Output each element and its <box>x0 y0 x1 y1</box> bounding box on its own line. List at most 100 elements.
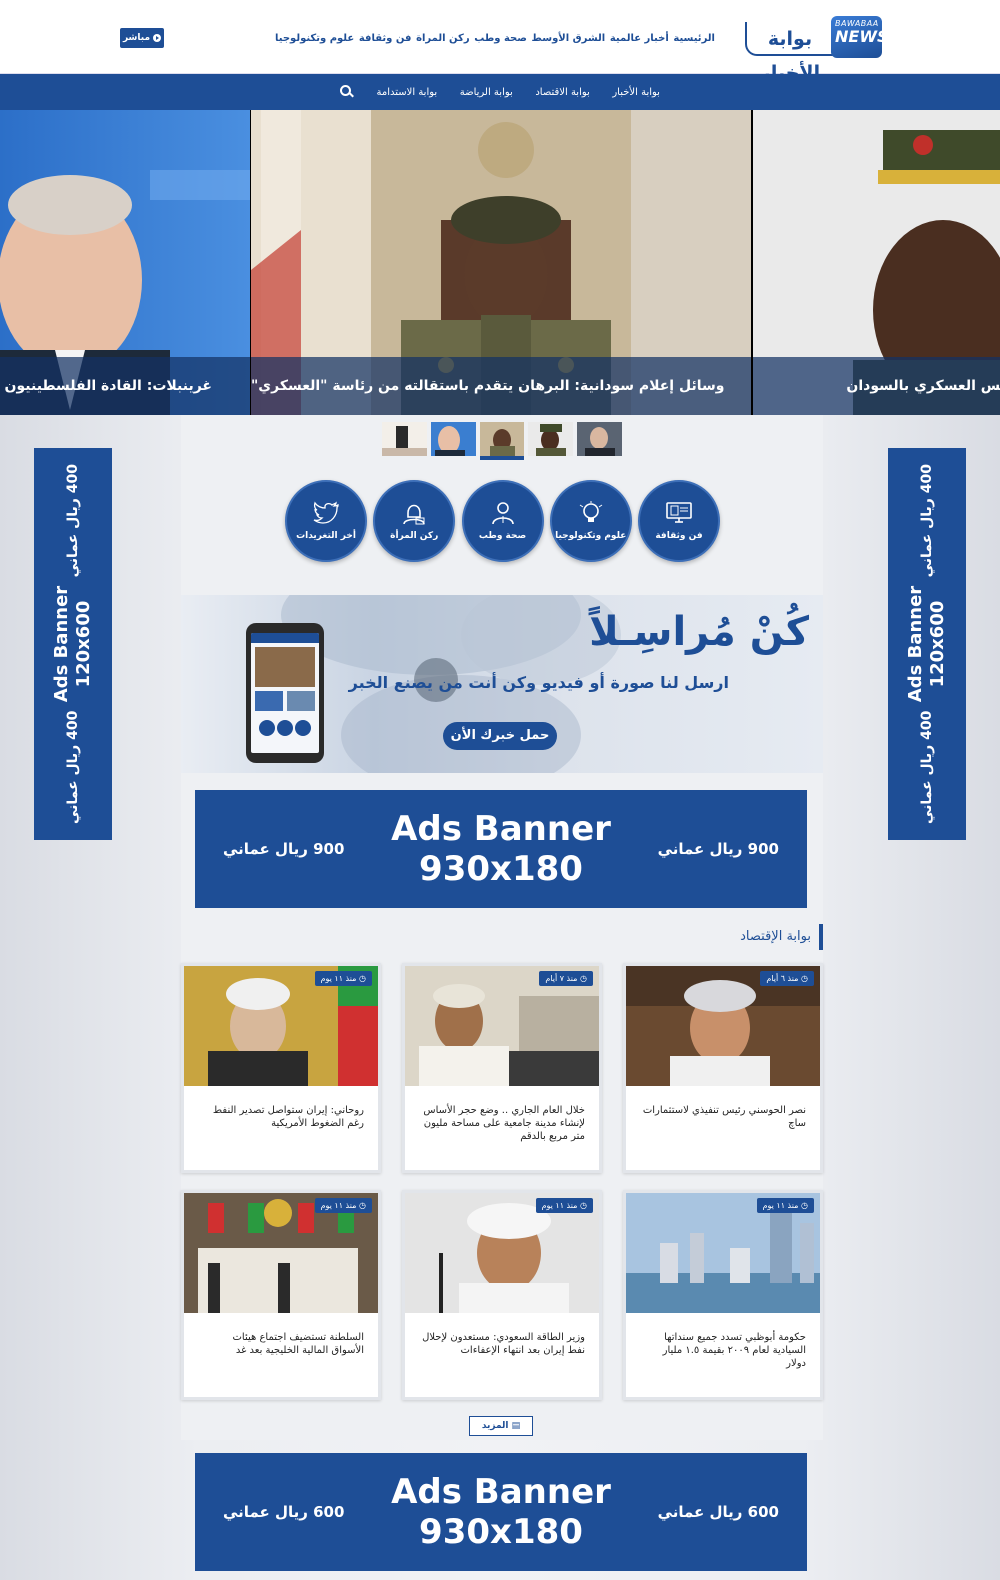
search-icon[interactable] <box>340 85 354 99</box>
category-health[interactable]: صحة وطب <box>461 480 544 562</box>
thumbnail-image <box>382 422 427 456</box>
upload-news-button[interactable]: حمل خبرك الأن <box>443 722 557 750</box>
nav-science-tech[interactable]: علوم وتكنولوجيا <box>275 33 354 44</box>
category-label: ركن المرأة <box>390 531 439 541</box>
nav-art-culture[interactable]: فن وثقافة <box>359 33 412 44</box>
big-ad-title: Ads Banner 930x180 <box>391 809 611 889</box>
card-title[interactable]: وزير الطاقة السعودي: مستعدون لإحلال نفط … <box>419 1331 585 1357</box>
side-ad-title-line2: 120x600 <box>73 600 94 688</box>
clock-icon: ◷ <box>580 974 587 983</box>
slider-thumbnail-active[interactable] <box>479 422 525 460</box>
subnav-sustainability-portal[interactable]: بوابة الاستدامة <box>377 87 438 98</box>
play-icon <box>153 34 162 42</box>
nav-middle-east[interactable]: الشرق الأوسط <box>532 33 606 44</box>
big-ad-title-line2: 930x180 <box>419 849 583 889</box>
clock-icon: ◷ <box>801 974 808 983</box>
category-science-tech[interactable]: علوم وتكنولوجيا <box>549 480 632 562</box>
subnav-economy-portal[interactable]: بوابة الاقتصاد <box>535 87 590 98</box>
big-ad-banner-2[interactable]: 600 ريال عماني Ads Banner 930x180 600 ري… <box>195 1453 807 1571</box>
big-ad-price: 600 ريال عماني <box>223 1503 345 1521</box>
card-time-text: منذ ٧ أيام <box>545 974 578 983</box>
card-title[interactable]: خلال العام الجاري .. وضع حجر الأساس لإنش… <box>419 1104 585 1143</box>
phone-screen <box>251 633 319 753</box>
slide-center[interactable]: وسائل إعلام سودانية: البرهان يتقدم باستق… <box>251 110 751 415</box>
news-card[interactable]: ◷ منذ ١١ يوم حكومة أبوظبي تسدد جميع سندا… <box>623 1190 823 1400</box>
category-women[interactable]: ركن المرأة <box>373 480 456 562</box>
card-time-text: منذ ١١ يوم <box>762 1201 799 1210</box>
card-time-badge: ◷ منذ ١١ يوم <box>756 1198 814 1213</box>
side-ad-title: Ads Banner 120x600 <box>51 586 95 702</box>
nav-women[interactable]: ركن المراة <box>416 33 470 44</box>
thumbnail-image <box>528 422 574 456</box>
card-time-text: منذ ١١ يوم <box>541 1201 578 1210</box>
side-ad-left[interactable]: 400 ريال عماني Ads Banner 120x600 400 ري… <box>34 448 112 840</box>
news-card[interactable]: ◷ منذ ٧ أيام خلال العام الجاري .. وضع حج… <box>402 963 602 1173</box>
side-ad-price: 400 ريال عماني <box>65 710 81 824</box>
subnav-news-portal[interactable]: بوابة الأخبار <box>612 87 660 98</box>
clock-icon: ◷ <box>359 1201 366 1210</box>
category-art-culture[interactable]: فن وثقافة <box>638 480 720 562</box>
big-ad-price: 900 ريال عماني <box>223 840 345 858</box>
doctor-icon <box>491 502 514 525</box>
big-ad-title-line1: Ads Banner <box>391 809 611 849</box>
nav-health[interactable]: صحة وطب <box>474 33 527 44</box>
sub-nav: بوابة الأخبار بوابة الاقتصاد بوابة الريا… <box>0 74 1000 110</box>
bulb-icon <box>579 501 603 522</box>
side-ad-price: 400 ريال عماني <box>919 710 935 824</box>
phone-screen-image <box>251 633 319 736</box>
category-label: أخر التغريدات <box>296 531 356 541</box>
slider-thumbnail[interactable] <box>382 422 427 456</box>
big-ad-banner-1[interactable]: 900 ريال عماني Ads Banner 930x180 900 ري… <box>195 790 807 908</box>
card-title[interactable]: السلطنة تستضيف اجتماع هيئات الأسواق الما… <box>198 1331 364 1357</box>
nav-home[interactable]: الرئيسية <box>673 33 715 44</box>
slide-left[interactable]: غرينبلات: القادة الفلسطينيون يس <box>0 110 250 415</box>
card-title[interactable]: روحاني: إيران ستواصل تصدير النفط رغم الض… <box>198 1104 364 1130</box>
thumbnail-image <box>479 422 525 456</box>
side-ad-title: Ads Banner 120x600 <box>905 586 949 702</box>
live-button[interactable]: مباشر <box>120 28 164 48</box>
thumbnail-image <box>430 422 476 456</box>
category-label: علوم وتكنولوجيا <box>555 531 627 541</box>
promo-subtitle: ارسل لنا صورة أو فيديو وكن أنت من يصنع ا… <box>348 673 729 692</box>
category-tweets[interactable]: أخر التغريدات <box>285 480 367 562</box>
more-button[interactable]: ▤ المزيد <box>469 1416 533 1436</box>
card-time-badge: ◷ منذ ١١ يوم <box>314 1198 372 1213</box>
nav-world-news[interactable]: أخبار عالمية <box>610 33 669 44</box>
card-title[interactable]: نصر الحوسني رئيس تنفيذي لاستثمارات ساچ <box>640 1104 806 1130</box>
live-label: مباشر <box>122 33 151 43</box>
news-cards-grid: ◷ منذ ٦ أيام نصر الحوسني رئيس تنفيذي لاس… <box>180 963 823 1403</box>
book-icon: ▤ <box>511 1421 521 1431</box>
slider-thumbnails <box>382 422 622 462</box>
card-time-text: منذ ١١ يوم <box>320 974 357 983</box>
logo-en-main: NEWS <box>835 27 889 46</box>
big-ad-price: 600 ريال عماني <box>657 1503 779 1521</box>
slider-thumbnail[interactable] <box>528 422 574 456</box>
slide-center-caption: وسائل إعلام سودانية: البرهان يتقدم باستق… <box>251 357 751 415</box>
slide-right[interactable]: س المجلس العسكري بالسودان <box>753 110 1000 415</box>
side-ad-title-line1: Ads Banner <box>51 585 72 703</box>
section-title-economy[interactable]: بوابة الإقتصاد <box>740 924 823 950</box>
news-card[interactable]: ◷ منذ ١١ يوم وزير الطاقة السعودي: مستعدو… <box>402 1190 602 1400</box>
subnav-sports-portal[interactable]: بوابة الرياضة <box>460 87 513 98</box>
top-header: بوابة الأخبار BAWABAA NEWS الرئيسية أخبا… <box>0 0 1000 84</box>
woman-icon <box>403 504 426 525</box>
side-ad-title-line2: 120x600 <box>927 600 948 688</box>
big-ad-price: 900 ريال عماني <box>657 840 779 858</box>
slide-center-caption-text: وسائل إعلام سودانية: البرهان يتقدم باستق… <box>251 378 725 394</box>
site-logo[interactable]: بوابة الأخبار BAWABAA NEWS <box>745 16 889 84</box>
card-title[interactable]: حكومة أبوظبي تسدد جميع سنداتها السيادية … <box>640 1331 806 1370</box>
logo-arabic-text: بوابة الأخبار <box>745 22 833 84</box>
slider-thumbnail[interactable] <box>577 422 622 456</box>
slider-thumbnail[interactable] <box>430 422 476 456</box>
news-card[interactable]: ◷ منذ ٦ أيام نصر الحوسني رئيس تنفيذي لاس… <box>623 963 823 1173</box>
logo-english-badge: BAWABAA NEWS <box>831 16 889 58</box>
category-label: فن وثقافة <box>655 531 703 541</box>
reporter-promo-banner[interactable]: كُنْ مُراسِـلاً ارسل لنا صورة أو فيديو و… <box>181 595 823 773</box>
card-time-badge: ◷ منذ ٧ أيام <box>539 971 593 986</box>
side-ad-right[interactable]: 400 ريال عماني Ads Banner 120x600 400 ري… <box>888 448 966 840</box>
news-card[interactable]: ◷ منذ ١١ يوم السلطنة تستضيف اجتماع هيئات… <box>181 1190 381 1400</box>
card-time-badge: ◷ منذ ٦ أيام <box>760 971 814 986</box>
big-ad-title-line1: Ads Banner <box>391 1472 611 1512</box>
news-card[interactable]: ◷ منذ ١١ يوم روحاني: إيران ستواصل تصدير … <box>181 963 381 1173</box>
slide-left-caption-text: غرينبلات: القادة الفلسطينيون يس <box>0 378 212 394</box>
